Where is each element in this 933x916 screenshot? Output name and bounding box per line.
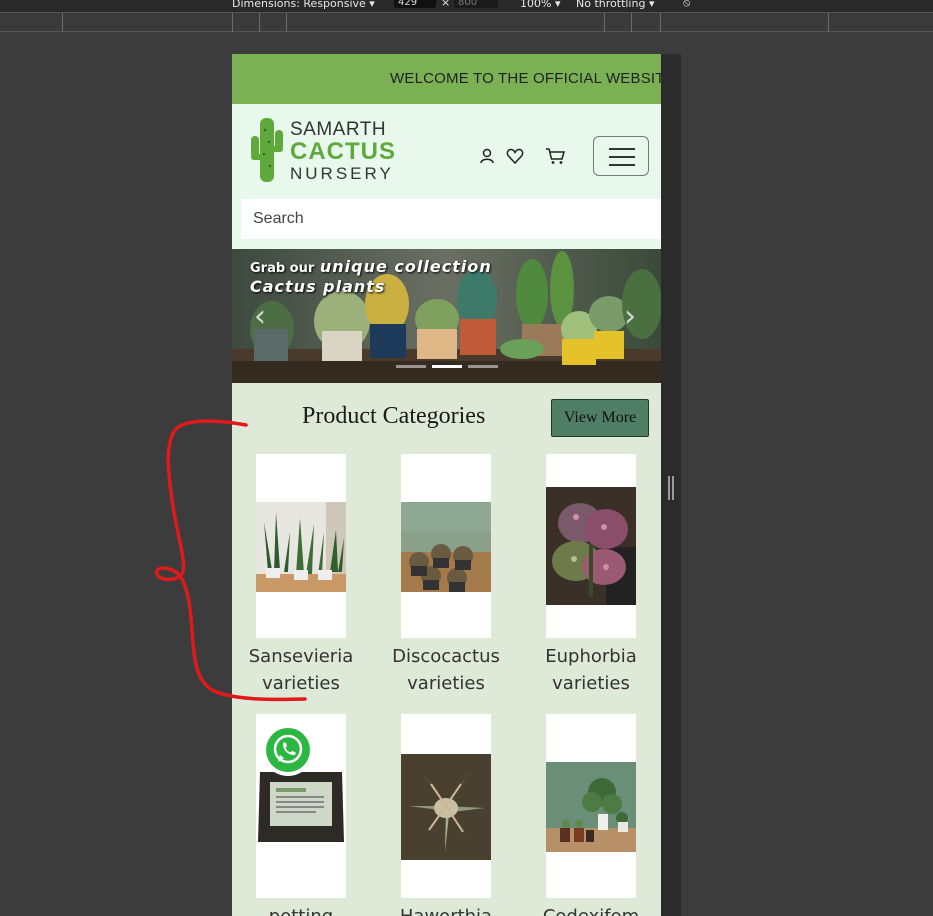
heart-icon[interactable] [505,146,525,166]
throttle-dropdown[interactable]: No throttling ▾ [576,0,654,10]
times-icon: × [441,0,451,9]
view-more-button[interactable]: View More [551,399,649,437]
user-icon[interactable] [477,146,497,166]
media-query-ruler[interactable] [0,12,933,32]
viewport-resize-handle[interactable] [668,476,674,500]
devtools-device-toolbar: Dimensions: Responsive ▾ 429 × 800 100% … [0,0,933,12]
carousel-indicators [396,353,504,372]
category-image [546,454,636,638]
device-viewport: WELCOME TO THE OFFICIAL WEBSITE SAMARTH … [232,54,661,916]
hamburger-icon [609,148,635,150]
dimensions-dropdown[interactable]: Dimensions: Responsive ▾ [232,0,375,10]
cactus-logo-icon [251,118,283,182]
category-image [401,454,491,638]
height-input[interactable]: 800 [454,0,498,8]
carousel-indicator[interactable] [468,365,498,368]
category-card-discocactus[interactable]: Discocactus varieties [387,454,505,697]
category-card-euphorbia[interactable]: Euphorbia varieties [532,454,650,697]
carousel-indicator-active[interactable] [432,365,462,368]
category-label: Euphorbia varieties [545,646,637,694]
logo-line-3: NURSERY [290,164,394,183]
categories-title: Product Categories [302,403,486,429]
euphorbia-photo [546,487,636,605]
category-label: Sansevieria varieties [248,646,354,694]
category-card-codexifom[interactable]: Codexifom [532,714,650,916]
caudiciform-photo [546,762,636,852]
hamburger-menu-button[interactable] [593,136,649,176]
category-image [546,714,636,898]
logo-line-2: CACTUS [290,138,396,165]
discocactus-photo [401,502,491,592]
whatsapp-button[interactable] [262,724,314,776]
category-card-sansevieria[interactable]: Sansevieria varieties [242,454,360,697]
chevron-right-icon[interactable]: › [624,299,636,334]
category-image [401,714,491,898]
category-label: Haworthia [387,903,505,916]
whatsapp-icon [266,728,310,772]
category-label: Codexifom [532,903,650,916]
width-input[interactable]: 429 [394,0,436,8]
category-label: potting [242,903,360,916]
search-input[interactable] [241,199,661,239]
site-header: SAMARTH CACTUS NURSERY [232,104,661,199]
search-bar [232,199,661,249]
haworthia-photo [401,754,491,860]
logo-line-1: SAMARTH [290,119,387,140]
site-logo[interactable]: SAMARTH CACTUS NURSERY [250,116,395,184]
welcome-marquee: WELCOME TO THE OFFICIAL WEBSITE [232,54,661,104]
category-label: Discocactus varieties [392,646,500,694]
chevron-left-icon[interactable]: ‹ [254,299,266,334]
sansevieria-photo [256,502,346,592]
banner-headline: Grab our unique collection Cactus plants [250,257,492,296]
zoom-dropdown[interactable]: 100% ▾ [520,0,560,10]
category-card-haworthia[interactable]: Haworthia [387,714,505,916]
categories-header: Product Categories View More [232,383,661,449]
hero-carousel[interactable]: Grab our unique collection Cactus plants… [232,249,661,383]
category-image [256,454,346,638]
cart-icon[interactable] [545,146,567,166]
rotate-icon[interactable]: ⦸ [683,0,690,10]
potting-mix-photo [256,766,346,846]
carousel-indicator[interactable] [396,365,426,368]
